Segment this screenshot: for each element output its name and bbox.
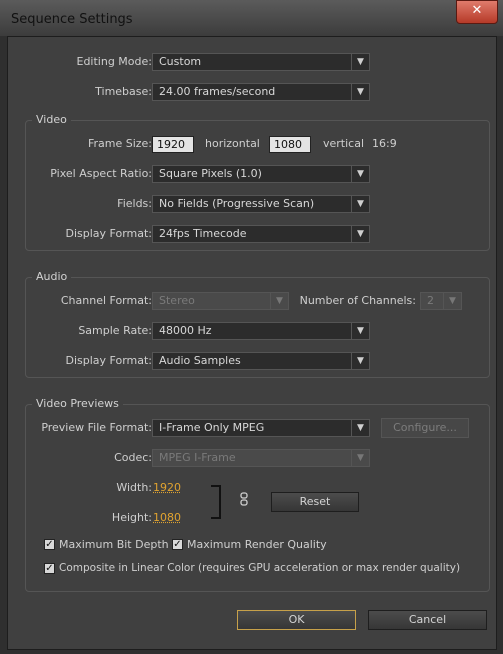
chevron-down-icon: ▼	[351, 196, 369, 212]
fields-label: Fields:	[117, 197, 152, 210]
chevron-down-icon: ▼	[351, 166, 369, 182]
aspect-ratio-text: 16:9	[372, 137, 397, 150]
check-icon: ✓	[45, 539, 54, 550]
number-of-channels-value: 2	[427, 294, 434, 307]
fields-value: No Fields (Progressive Scan)	[159, 197, 315, 210]
number-of-channels-label: Number of Channels:	[299, 294, 416, 307]
composite-linear-checkbox[interactable]: ✓	[44, 563, 55, 574]
channel-format-select[interactable]: Stereo ▼	[152, 292, 289, 310]
timebase-select[interactable]: 24.00 frames/second ▼	[152, 83, 370, 101]
close-icon: ✕	[471, 3, 483, 18]
frame-width-field[interactable]: 1920	[152, 136, 194, 153]
fields-select[interactable]: No Fields (Progressive Scan) ▼	[152, 195, 370, 213]
preview-height-label: Height:	[111, 511, 152, 524]
channel-format-label: Channel Format:	[60, 294, 152, 307]
codec-select[interactable]: MPEG I-Frame ▼	[152, 449, 370, 467]
chevron-down-icon: ▼	[351, 420, 369, 436]
horizontal-label: horizontal	[205, 137, 260, 150]
codec-value: MPEG I-Frame	[159, 451, 236, 464]
chevron-down-icon: ▼	[443, 293, 461, 309]
editing-mode-value: Custom	[159, 55, 202, 68]
cancel-button[interactable]: Cancel	[368, 610, 487, 630]
title-bar: Sequence Settings ✕	[0, 0, 503, 36]
pixel-aspect-ratio-value: Square Pixels (1.0)	[159, 167, 262, 180]
preview-width-label: Width:	[116, 481, 152, 494]
timebase-label: Timebase:	[95, 85, 152, 98]
chevron-down-icon: ▼	[351, 353, 369, 369]
composite-linear-label: Composite in Linear Color (requires GPU …	[59, 562, 461, 574]
preview-file-format-select[interactable]: I-Frame Only MPEG ▼	[152, 419, 370, 437]
link-icon[interactable]	[240, 492, 248, 506]
max-render-quality-label: Maximum Render Quality	[187, 538, 327, 551]
chevron-down-icon: ▼	[351, 226, 369, 242]
configure-button[interactable]: Configure...	[381, 418, 469, 438]
max-bit-depth-label: Maximum Bit Depth	[59, 538, 169, 551]
sample-rate-select[interactable]: 48000 Hz ▼	[152, 322, 370, 340]
chevron-down-icon: ▼	[351, 54, 369, 70]
vertical-label: vertical	[323, 137, 365, 150]
reset-button[interactable]: Reset	[271, 492, 359, 512]
audio-display-format-label: Display Format:	[65, 354, 152, 367]
chevron-down-icon: ▼	[351, 323, 369, 339]
editing-mode-label: Editing Mode:	[76, 55, 153, 68]
pixel-aspect-ratio-select[interactable]: Square Pixels (1.0) ▼	[152, 165, 370, 183]
number-of-channels-select[interactable]: 2 ▼	[420, 292, 462, 310]
timebase-value: 24.00 frames/second	[159, 85, 276, 98]
preview-file-format-label: Preview File Format:	[41, 421, 152, 434]
chevron-down-icon: ▼	[351, 84, 369, 100]
ok-button[interactable]: OK	[237, 610, 356, 630]
audio-display-format-value: Audio Samples	[159, 354, 241, 367]
preview-file-format-value: I-Frame Only MPEG	[159, 421, 265, 434]
video-display-format-label: Display Format:	[65, 227, 152, 240]
video-group-title: Video	[32, 113, 71, 126]
video-previews-group-title: Video Previews	[32, 397, 123, 410]
audio-display-format-select[interactable]: Audio Samples ▼	[152, 352, 370, 370]
settings-panel: Editing Mode: Custom ▼ Timebase: 24.00 f…	[7, 36, 497, 650]
preview-height-value[interactable]: 1080	[153, 511, 181, 524]
sequence-settings-dialog: Sequence Settings ✕ Editing Mode: Custom…	[0, 0, 503, 654]
frame-height-value: 1080	[274, 138, 302, 151]
chevron-down-icon: ▼	[270, 293, 288, 309]
frame-width-value: 1920	[157, 138, 185, 151]
video-display-format-value: 24fps Timecode	[159, 227, 247, 240]
video-display-format-select[interactable]: 24fps Timecode ▼	[152, 225, 370, 243]
sample-rate-label: Sample Rate:	[78, 324, 152, 337]
frame-height-field[interactable]: 1080	[269, 136, 311, 153]
preview-width-value[interactable]: 1920	[153, 481, 181, 494]
audio-group-title: Audio	[32, 270, 72, 283]
check-icon: ✓	[45, 563, 54, 574]
max-bit-depth-checkbox[interactable]: ✓	[44, 539, 55, 550]
channel-format-value: Stereo	[159, 294, 195, 307]
frame-size-label: Frame Size:	[87, 137, 152, 150]
pixel-aspect-ratio-label: Pixel Aspect Ratio:	[50, 167, 152, 180]
max-render-quality-checkbox[interactable]: ✓	[172, 539, 183, 550]
editing-mode-select[interactable]: Custom ▼	[152, 53, 370, 71]
chevron-down-icon: ▼	[351, 450, 369, 466]
close-button[interactable]: ✕	[456, 0, 498, 24]
link-bracket	[211, 485, 221, 519]
codec-label: Codec:	[114, 451, 152, 464]
check-icon: ✓	[173, 539, 182, 550]
window-title: Sequence Settings	[11, 12, 133, 27]
sample-rate-value: 48000 Hz	[159, 324, 212, 337]
